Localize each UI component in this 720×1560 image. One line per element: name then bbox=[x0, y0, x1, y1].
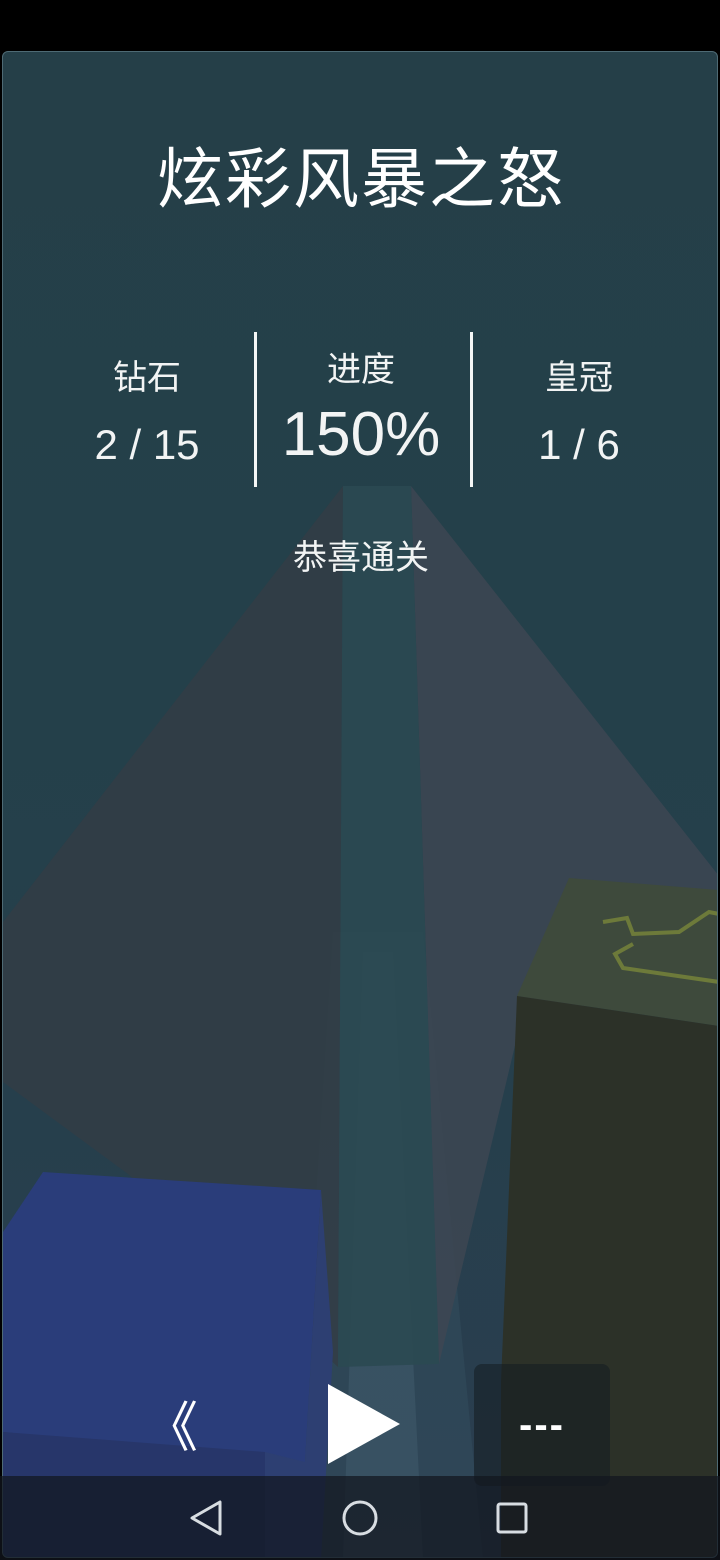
nav-home-icon bbox=[342, 1500, 378, 1536]
menu-button[interactable]: --- bbox=[474, 1364, 610, 1486]
diamonds-stat: 钻石 2 / 15 bbox=[37, 342, 257, 469]
diamonds-value: 2 / 15 bbox=[94, 421, 200, 468]
nav-recents-button[interactable] bbox=[482, 1492, 542, 1544]
progress-label: 进度 bbox=[327, 350, 395, 390]
nav-back-icon bbox=[190, 1500, 222, 1536]
diamonds-label: 钻石 bbox=[113, 358, 181, 398]
system-nav-bar bbox=[0, 1476, 720, 1560]
play-button[interactable] bbox=[309, 1374, 419, 1474]
level-title: 炫彩风暴之怒 bbox=[157, 141, 565, 218]
play-icon bbox=[328, 1384, 400, 1464]
progress-stat: 进度 150% bbox=[251, 342, 471, 470]
level-complete-text: 恭喜通关 bbox=[293, 538, 429, 578]
back-button[interactable]: 《 bbox=[121, 1377, 221, 1467]
menu-label: --- bbox=[519, 1402, 565, 1447]
nav-recents-icon bbox=[496, 1502, 528, 1534]
nav-home-button[interactable] bbox=[330, 1492, 390, 1544]
crowns-stat: 皇冠 1 / 6 bbox=[469, 342, 689, 469]
status-bar bbox=[0, 0, 720, 50]
game-screen: 炫彩风暴之怒 钻石 2 / 15 进度 150% 皇冠 1 / 6 恭喜通关 《… bbox=[0, 0, 720, 1560]
progress-value: 150% bbox=[281, 400, 441, 469]
nav-back-button[interactable] bbox=[176, 1492, 236, 1544]
crowns-value: 1 / 6 bbox=[538, 421, 620, 468]
level-panel: 炫彩风暴之怒 钻石 2 / 15 进度 150% 皇冠 1 / 6 恭喜通关 《… bbox=[2, 51, 718, 1558]
background-scene bbox=[3, 486, 717, 1557]
back-label: 《 bbox=[144, 1395, 198, 1459]
crowns-label: 皇冠 bbox=[545, 358, 613, 398]
